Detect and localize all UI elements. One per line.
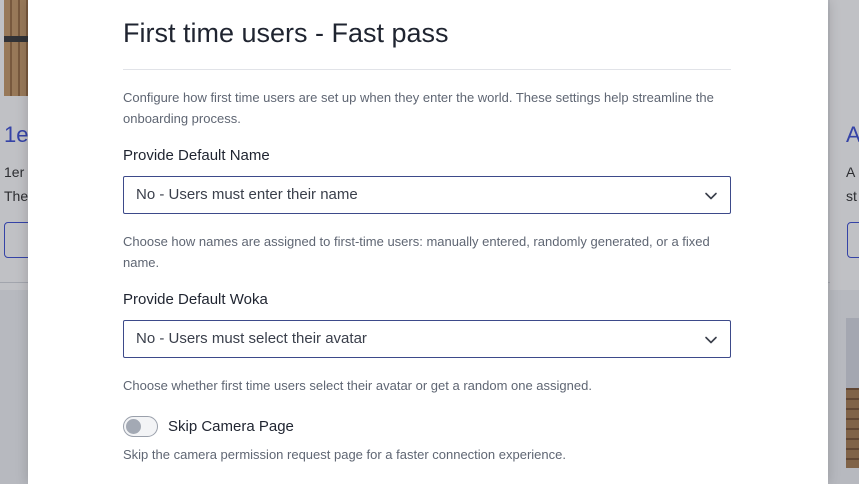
chevron-down-icon: [705, 192, 717, 200]
modal-intro-text: Configure how first time users are set u…: [123, 90, 714, 126]
chevron-down-icon: [705, 336, 717, 344]
default-name-label: Provide Default Name: [123, 147, 270, 164]
modal-title: First time users - Fast pass: [123, 18, 449, 48]
title-divider: [123, 69, 731, 70]
default-woka-selected-value: No - Users must select their avatar: [136, 330, 367, 347]
skip-camera-toggle[interactable]: [123, 416, 158, 437]
default-woka-label: Provide Default Woka: [123, 291, 268, 308]
toggle-knob: [126, 419, 141, 434]
default-woka-help-text: Choose whether first time users select t…: [123, 378, 592, 393]
fast-pass-modal: First time users - Fast pass Configure h…: [28, 0, 828, 484]
default-name-selected-value: No - Users must enter their name: [136, 186, 358, 203]
skip-camera-label: Skip Camera Page: [168, 418, 294, 435]
default-name-select[interactable]: No - Users must enter their name: [123, 176, 731, 214]
default-name-help-text: Choose how names are assigned to first-t…: [123, 234, 710, 270]
skip-camera-help-text: Skip the camera permission request page …: [123, 447, 566, 462]
default-woka-select[interactable]: No - Users must select their avatar: [123, 320, 731, 358]
